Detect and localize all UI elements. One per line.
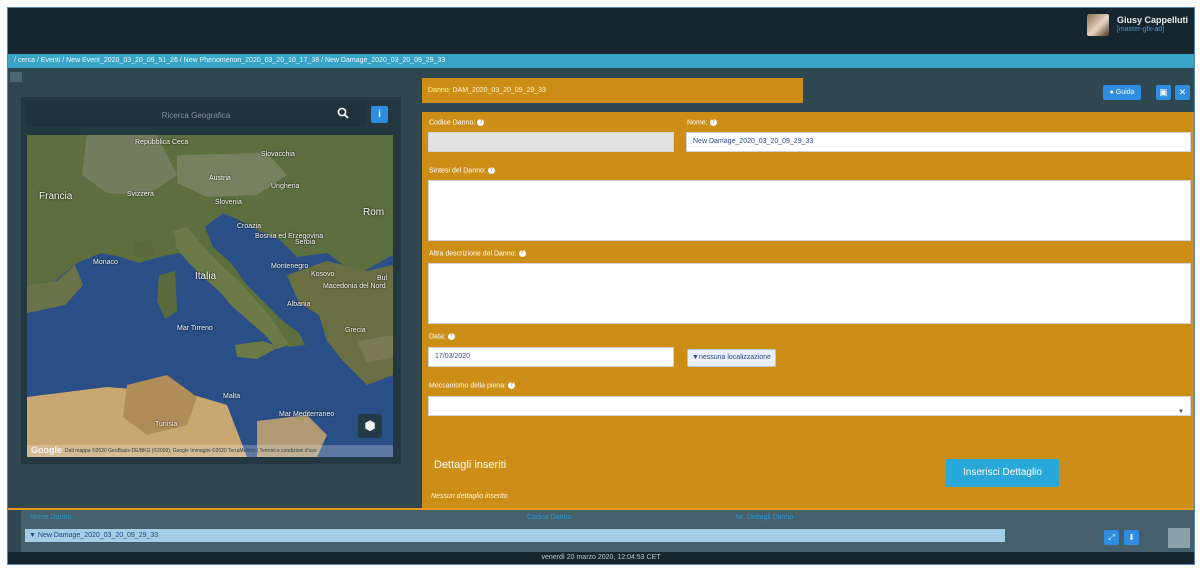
close-icon: ✕ [1178,87,1187,97]
map-label-slovenia: Slovenia [215,199,242,206]
damage-title-bar: Danno: DAM_2020_03_20_09_29_33 [422,78,803,103]
codice-field [428,132,674,152]
map-label-svizzera: Svizzera [127,191,154,198]
search-icon[interactable] [337,107,349,122]
map-label-serbia: Serbia [295,239,316,246]
insert-detail-button[interactable]: Inserisci Dettaglio [946,459,1059,487]
map-panel: Ricerca Geografica i Repubblica Ceca Slo… [21,97,401,464]
map-attribution: Dati mappa ©2020 GeoBasis-DE/BKG (©2009)… [27,445,393,457]
damage-form: Codice Danno:? Nome:? New Damage_2020_03… [422,112,1194,508]
no-detail-text: Nessun dettaglio inserito [431,493,508,500]
title-prefix: Danno: [428,87,451,94]
google-logo: Google [31,445,62,455]
map-label-albania: Albania [287,301,311,308]
map-label-mar-tirreno: Mar Tirreno [177,325,213,332]
help-icon: ? [487,167,495,174]
title-value: DAM_2020_03_20_09_29_33 [450,87,546,94]
sintesi-label: Sintesi del Danno:? [429,167,495,175]
status-bar: venerdì 20 marzo 2020, 12:04:53 CET [8,552,1194,564]
map-label-ungheria: Ungheria [271,183,300,190]
nome-field[interactable]: New Damage_2020_03_20_09_29_33 [686,132,1191,152]
location-button[interactable]: ▼nessuna localizzazione [687,349,776,367]
damage-table: Nome Danno Codice Danno Nr. Dettagli Dan… [21,510,1194,552]
user-info: Giusy Cappelluti [master-gfx-ad] [1116,15,1188,34]
guide-button[interactable]: ● Guida [1103,85,1141,100]
column-header-codice[interactable]: Codice Danno [527,514,571,521]
map-label-tunisia: Tunisia [155,421,178,428]
data-label: Data:? [429,333,455,341]
details-title: Dettagli inseriti [434,459,507,471]
map-label-francia: Francia [39,191,73,202]
map-label-repubblica-ceca: Repubblica Ceca [135,139,189,146]
guide-label: Guida [1115,89,1135,96]
meccanismo-select[interactable]: ▼ [428,396,1191,416]
sintesi-textarea[interactable] [428,180,1191,241]
expand-button[interactable]: ⤢ [1104,530,1119,545]
map-label-macedonia: Macedonia del Nord [323,283,386,290]
close-button[interactable]: ✕ [1175,85,1190,100]
thumbnail [1168,528,1190,548]
altra-descrizione-label: Altra descrizione del Danno:? [429,250,526,258]
map-search-input[interactable]: Ricerca Geografica [27,103,365,127]
map-canvas[interactable]: Repubblica Ceca Slovacchia Francia Svizz… [27,135,393,457]
map-label-monaco: Monaco [93,259,118,266]
user-menu[interactable]: Giusy Cappelluti [master-gfx-ad] [1086,14,1188,36]
altra-descrizione-textarea[interactable] [428,263,1191,324]
codice-label: Codice Danno:? [429,119,485,127]
user-name: Giusy Cappelluti [1116,15,1188,26]
map-label-bul: Bul [377,275,388,282]
column-header-nome[interactable]: Nome Danno [30,514,71,521]
expand-icon: ⤢ [1108,533,1115,542]
map-label-slovacchia: Slovacchia [261,151,295,158]
nome-label: Nome:? [687,119,717,127]
map-label-italia: Italia [195,271,217,282]
download-icon: ⬇ [1128,533,1135,542]
map-marker-icon: ▼ [29,532,36,539]
info-button[interactable]: i [371,106,388,123]
map-label-montenegro: Montenegro [271,263,309,270]
breadcrumb[interactable]: / cerca / Eventi / New Event_2020_03_20_… [8,54,1194,68]
top-bar: Giusy Cappelluti [master-gfx-ad] [8,8,1194,54]
save-icon: ▣ [1159,87,1168,97]
map-label-grecia: Grecia [345,327,366,334]
map-label-mar-mediterraneo: Mar Mediterraneo [279,411,335,418]
date-field[interactable]: 17/03/2020 [428,347,674,367]
help-icon: ? [709,119,717,126]
app-window: Giusy Cappelluti [master-gfx-ad] / cerca… [7,7,1195,565]
column-header-dettagli[interactable]: Nr. Dettagli Danno [736,514,793,521]
row-nome: New Damage_2020_03_20_09_29_33 [37,532,159,539]
avatar[interactable] [1086,14,1109,36]
map-label-croazia: Croazia [237,223,262,230]
help-icon: ? [447,333,455,340]
map-label-rom: Rom [363,207,385,218]
layers-icon[interactable]: ⬢ [358,414,382,438]
download-button[interactable]: ⬇ [1124,530,1139,545]
help-icon: ? [518,250,526,257]
satellite-map [27,135,393,457]
map-marker-icon: ▼ [692,354,699,361]
map-label-kosovo: Kosovo [311,271,335,278]
question-circle-icon: ● [1109,89,1114,96]
user-role: [master-gfx-ad] [1116,26,1165,34]
map-label-malta: Malta [223,393,241,400]
save-button[interactable]: ▣ [1156,85,1171,100]
map-label-austria: Austria [209,175,231,182]
chevron-down-icon: ▼ [1178,409,1184,415]
table-row[interactable]: ▼ New Damage_2020_03_20_09_29_33 [25,529,1005,542]
sidebar-toggle-button[interactable] [10,72,22,82]
help-icon: ? [477,119,485,126]
meccanismo-label: Meccanismo della piena:? [429,382,516,390]
help-icon: ? [508,382,516,389]
